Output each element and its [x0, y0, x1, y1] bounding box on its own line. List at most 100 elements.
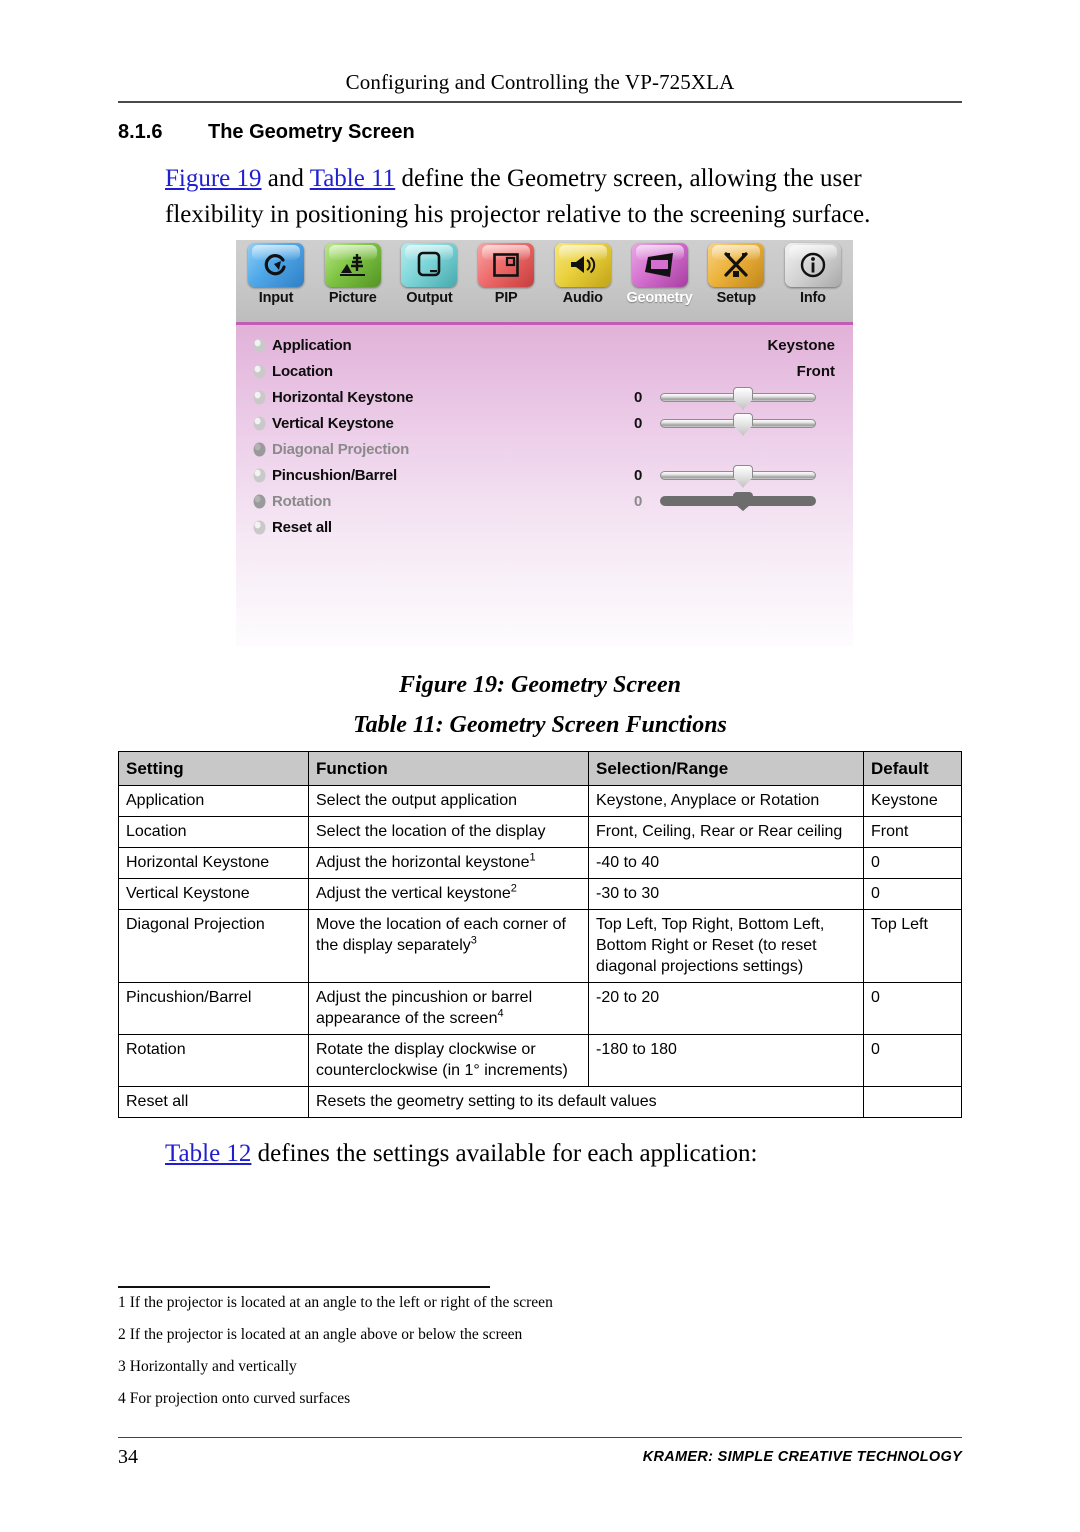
cell-setting: Location	[118, 816, 309, 848]
footer-divider	[118, 1437, 962, 1438]
osd-row-location[interactable]: Location Front	[236, 358, 853, 384]
cell-setting: Horizontal Keystone	[118, 847, 309, 879]
osd-tab-input[interactable]: Input	[240, 243, 312, 306]
osd-tab-info[interactable]: Info	[777, 243, 849, 306]
cell-setting: Reset all	[118, 1086, 309, 1118]
cell-function: Select the output application	[308, 785, 589, 817]
running-header-text: Configuring and Controlling the VP-725XL…	[345, 70, 735, 94]
bullet-icon	[253, 442, 266, 457]
osd-value-location: Front	[796, 362, 835, 380]
cell-setting: Rotation	[118, 1034, 309, 1087]
monitor-icon	[416, 251, 442, 279]
osd-row-application[interactable]: Application Keystone	[236, 332, 853, 358]
osd-tab-label-picture: Picture	[328, 290, 377, 306]
cell-default: Keystone	[863, 785, 962, 817]
table-11-link[interactable]: Table 11	[310, 165, 396, 192]
input-button-face[interactable]	[248, 243, 304, 287]
setup-button-face[interactable]	[708, 243, 765, 287]
cell-range: Keystone, Anyplace or Rotation	[588, 785, 864, 817]
footnote-number: 3	[118, 1358, 126, 1375]
slider-knob[interactable]	[733, 386, 753, 410]
osd-label-pincushion-barrel: Pincushion/Barrel	[272, 466, 397, 484]
cell-range: -20 to 20	[588, 982, 864, 1035]
table-row: Diagonal Projection Move the location of…	[118, 909, 962, 983]
figure-19-link[interactable]: Figure 19	[165, 165, 262, 192]
osd-row-rotation: Rotation 0	[236, 488, 853, 514]
cell-function: Adjust the horizontal keystone1	[308, 847, 589, 879]
table-12-link[interactable]: Table 12	[165, 1140, 251, 1167]
table-row: Rotation Rotate the display clockwise or…	[118, 1034, 962, 1087]
speaker-icon	[568, 252, 598, 278]
osd-row-vertical-keystone[interactable]: Vertical Keystone 0	[236, 410, 853, 436]
osd-tab-picture[interactable]: Picture	[317, 243, 389, 306]
osd-row-reset-all[interactable]: Reset all	[236, 514, 853, 540]
table-caption: Table 11: Geometry Screen Functions	[353, 712, 727, 738]
cell-default: Front	[863, 816, 962, 848]
osd-tab-pip[interactable]: PIP	[470, 243, 542, 306]
table-row: Location Select the location of the disp…	[118, 816, 962, 848]
cell-function-text: Move the location of each corner of the …	[316, 916, 566, 954]
cell-default: Top Left	[863, 909, 962, 983]
osd-row-horizontal-keystone[interactable]: Horizontal Keystone 0	[236, 384, 853, 410]
slider-knob	[733, 492, 753, 511]
bullet-icon	[253, 338, 266, 353]
cell-function-text: Rotate the display clockwise or counterc…	[316, 1041, 568, 1079]
footnote-number: 4	[118, 1390, 126, 1407]
th-selection-range: Selection/Range	[588, 751, 864, 786]
osd-value-rotation: 0	[634, 492, 643, 510]
osd-slider-pincushion-barrel[interactable]	[660, 464, 816, 488]
table-row: Reset all Resets the geometry setting to…	[118, 1086, 962, 1118]
osd-row-pincushion-barrel[interactable]: Pincushion/Barrel 0	[236, 462, 853, 488]
cell-function: Resets the geometry setting to its defau…	[308, 1086, 864, 1118]
cell-function: Select the location of the display	[308, 816, 589, 848]
footnote-2: 2 If the projector is located at an angle…	[118, 1326, 918, 1344]
geometry-osd-screenshot: Input Picture Output PIP Audio Geometry …	[236, 240, 853, 646]
osd-toolbar-accent-line	[236, 322, 853, 325]
tools-icon	[722, 251, 750, 279]
table-row: Application Select the output applicatio…	[118, 785, 962, 817]
cell-function: Adjust the pincushion or barrel appearan…	[308, 982, 589, 1035]
footnote-1: 1 If the projector is located at an angle…	[118, 1294, 918, 1312]
cell-function: Move the location of each corner of the …	[308, 909, 589, 983]
osd-label-rotation: Rotation	[272, 492, 332, 510]
footnote-text: For projection onto curved surfaces	[129, 1390, 351, 1407]
osd-tab-geometry[interactable]: Geometry	[624, 243, 696, 306]
table-row: Horizontal Keystone Adjust the horizonta…	[118, 847, 962, 879]
cell-range: -30 to 30	[588, 878, 864, 910]
osd-tab-output[interactable]: Output	[393, 243, 465, 306]
th-default: Default	[863, 751, 962, 786]
footnote-text: If the projector is located at an angle …	[129, 1326, 523, 1343]
osd-slider-vertical-keystone[interactable]	[660, 412, 816, 436]
osd-tab-setup[interactable]: Setup	[700, 243, 772, 306]
info-button-face[interactable]	[784, 243, 841, 287]
cell-function-text: Select the output application	[316, 792, 518, 809]
osd-tab-label-audio: Audio	[562, 290, 603, 306]
pip-button-face[interactable]	[478, 243, 535, 287]
keystone-icon	[643, 251, 677, 279]
osd-label-reset-all: Reset all	[272, 518, 332, 536]
osd-value-pincushion-barrel: 0	[634, 466, 643, 484]
footnotes: 1 If the projector is located at an angle…	[118, 1294, 918, 1422]
osd-slider-horizontal-keystone[interactable]	[660, 386, 816, 410]
section-title: The Geometry Screen	[208, 121, 415, 143]
output-button-face[interactable]	[401, 243, 458, 287]
footnote-separator	[118, 1286, 490, 1288]
osd-tab-audio[interactable]: Audio	[547, 243, 619, 306]
osd-slider-rotation	[660, 492, 816, 511]
osd-label-vertical-keystone: Vertical Keystone	[272, 414, 394, 432]
closing-paragraph: Table 12 defines the settings available …	[165, 1140, 965, 1168]
landscape-icon	[338, 251, 368, 279]
cell-range: Front, Ceiling, Rear or Rear ceiling	[588, 816, 864, 848]
audio-button-face[interactable]	[554, 243, 611, 287]
picture-button-face[interactable]	[324, 243, 381, 287]
section-heading: 8.1.6 The Geometry Screen	[118, 121, 962, 144]
info-icon	[799, 251, 827, 279]
cell-function: Adjust the vertical keystone2	[308, 878, 589, 910]
geometry-button-face[interactable]	[631, 243, 688, 287]
closing-text: defines the settings available for each …	[251, 1140, 758, 1167]
slider-knob[interactable]	[733, 464, 753, 488]
footer-brand: KRAMER: SIMPLE CREATIVE TECHNOLOGY	[642, 1449, 962, 1465]
slider-knob[interactable]	[733, 412, 753, 436]
cell-function-text: Adjust the horizontal keystone	[316, 854, 530, 871]
footnote-3: 3 Horizontally and vertically	[118, 1358, 918, 1376]
